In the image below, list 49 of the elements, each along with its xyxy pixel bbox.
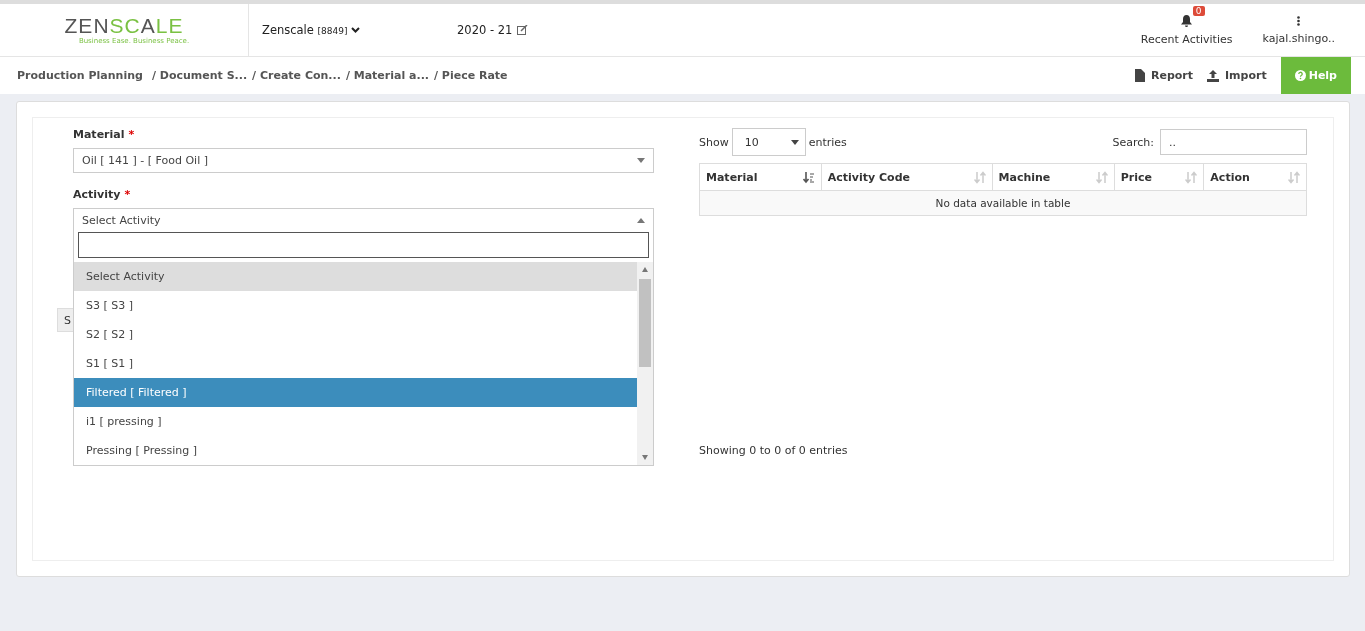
logo-text: ZENSCALE (64, 14, 184, 37)
dropdown-option[interactable]: Select Activity (74, 262, 637, 291)
sort-icon (1288, 170, 1300, 184)
breadcrumb-link[interactable]: / Document S... (151, 69, 248, 82)
breadcrumb-link[interactable]: / Piece Rate (434, 69, 508, 82)
material-select[interactable]: Oil [ 141 ] - [ Food Oil ] (73, 148, 654, 173)
required-mark: * (128, 128, 135, 141)
user-name[interactable]: kajal.shingo.. (1262, 31, 1335, 45)
dropdown-search-field[interactable] (78, 232, 649, 258)
activity-label: Activity (73, 188, 121, 201)
page-size-select[interactable]: 10 (731, 128, 806, 156)
notification-badge: 0 (1192, 6, 1205, 16)
more-icon[interactable] (1297, 15, 1301, 26)
edit-icon[interactable] (517, 25, 529, 35)
scrollbar[interactable] (637, 262, 653, 465)
entries-label: entries (808, 135, 847, 149)
fiscal-year: 2020 - 21 (457, 23, 513, 37)
company-name[interactable]: Zenscale [8849] (262, 23, 348, 37)
chevron-down-icon[interactable] (351, 27, 361, 33)
column-header[interactable]: Price (1114, 163, 1204, 191)
breadcrumb-link[interactable]: / Material a... (345, 69, 429, 82)
dropdown-option[interactable]: Filtered [ Filtered ] (74, 378, 637, 407)
sort-icon (1095, 170, 1108, 184)
document-icon (1134, 69, 1145, 82)
column-header[interactable]: Material (699, 163, 822, 191)
empty-table-message: No data available in table (699, 190, 1307, 216)
recent-activities-link[interactable]: Recent Activities (1140, 32, 1233, 46)
breadcrumb-link[interactable]: / Create Con... (252, 69, 341, 82)
column-header[interactable]: Activity Code (821, 163, 992, 191)
sort-icon (802, 170, 815, 184)
show-label: Show (699, 135, 729, 149)
search-field[interactable]: .. (1160, 129, 1307, 155)
report-button[interactable]: Report (1134, 69, 1193, 82)
sort-icon (1185, 170, 1198, 184)
material-label: Material (73, 128, 125, 141)
upload-icon (1207, 69, 1219, 82)
search-label: Search: (1112, 135, 1154, 149)
required-mark: * (124, 188, 131, 201)
sort-icon (973, 170, 986, 184)
column-header[interactable]: Machine (992, 163, 1115, 191)
bell-icon[interactable] (1181, 14, 1193, 27)
import-button[interactable]: Import (1207, 69, 1267, 82)
breadcrumb-link[interactable]: Production Planning (17, 69, 143, 82)
dropdown-option[interactable]: i1 [ pressing ] (74, 407, 637, 436)
dropdown-option[interactable]: S1 [ S1 ] (74, 349, 637, 378)
column-header[interactable]: Action (1203, 163, 1307, 191)
help-icon (1294, 70, 1306, 81)
dropdown-option[interactable]: Pressing [ Pressing ] (74, 436, 637, 465)
table-info: Showing 0 to 0 of 0 entries (699, 444, 849, 457)
